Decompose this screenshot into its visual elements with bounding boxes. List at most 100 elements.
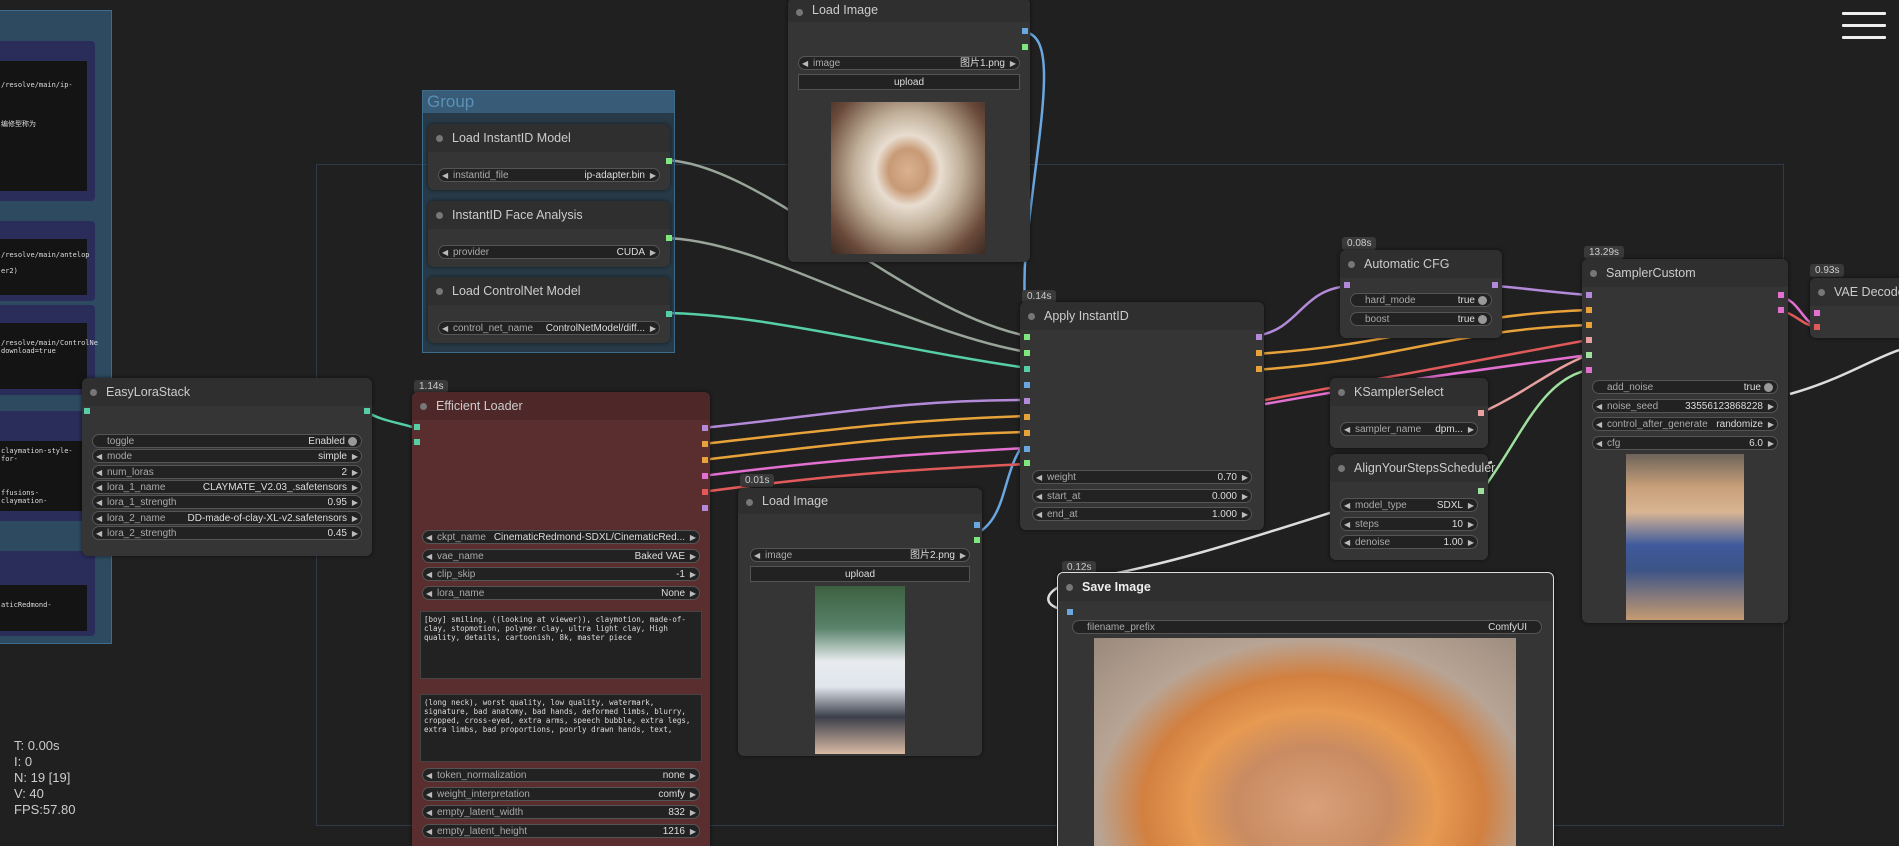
align-your-steps-node[interactable]: AlignYourStepsScheduler ◀ model_type SDXL ▶…	[1330, 454, 1495, 560]
input-slot[interactable]	[1586, 352, 1592, 358]
arrow-left-icon[interactable]: ◀	[442, 322, 448, 336]
toggle-widget[interactable]: toggle Enabled	[92, 434, 362, 448]
arrow-right-icon[interactable]: ▶	[1242, 490, 1248, 504]
end-at-widget[interactable]: ◀ end_at 1.000 ▶	[1032, 507, 1252, 521]
node-title[interactable]: Save Image	[1058, 573, 1553, 601]
arrow-right-icon[interactable]: ▶	[690, 550, 696, 564]
input-slot[interactable]	[1024, 334, 1030, 340]
load-image-2-node[interactable]: Load Image ◀ image 图片2.png ▶ upload	[738, 488, 982, 756]
arrow-right-icon[interactable]: ▶	[352, 450, 358, 464]
input-slot[interactable]	[1024, 398, 1030, 404]
steps-widget[interactable]: ◀ steps 10 ▶	[1340, 516, 1478, 532]
input-slot[interactable]	[414, 439, 420, 445]
output-slot[interactable]	[1256, 334, 1262, 340]
vae-decode-node[interactable]: VAE Decode	[1810, 278, 1899, 338]
provider-widget[interactable]: ◀ provider CUDA ▶	[438, 245, 660, 259]
arrow-right-icon[interactable]: ▶	[352, 496, 358, 510]
input-slot[interactable]	[1024, 430, 1030, 436]
denoise-widget[interactable]: ◀ denoise 1.00 ▶	[1340, 535, 1478, 549]
node-title[interactable]: Automatic CFG	[1340, 250, 1502, 278]
node-title[interactable]: Load Image	[788, 0, 1030, 22]
arrow-left-icon[interactable]: ◀	[96, 512, 102, 526]
arrow-left-icon[interactable]: ◀	[1596, 437, 1602, 451]
load-image-1-node[interactable]: Load Image ◀ image 图片1.png ▶ upload	[788, 0, 1030, 262]
arrow-left-icon[interactable]: ◀	[442, 169, 448, 183]
vae-input-slot[interactable]	[1814, 324, 1820, 330]
arrow-right-icon[interactable]: ▶	[1768, 418, 1774, 432]
clip-skip-widget[interactable]: ◀ clip_skip -1 ▶	[422, 567, 700, 581]
positive-prompt-textarea[interactable]: [boy] smiling, ((looking at viewer)), cl…	[420, 611, 702, 679]
arrow-left-icon[interactable]: ◀	[1344, 536, 1350, 550]
input-slot[interactable]	[84, 408, 90, 414]
arrow-right-icon[interactable]: ▶	[352, 512, 358, 526]
toggle-knob-icon[interactable]	[1478, 315, 1487, 324]
arrow-left-icon[interactable]: ◀	[426, 587, 432, 601]
load-instantid-model-node[interactable]: Load InstantID Model ◀ instantid_file ip…	[428, 124, 672, 190]
mask-output-slot[interactable]	[974, 537, 980, 543]
arrow-right-icon[interactable]: ▶	[1242, 471, 1248, 485]
arrow-right-icon[interactable]: ▶	[1010, 57, 1016, 71]
arrow-left-icon[interactable]: ◀	[96, 481, 102, 495]
samples-input-slot[interactable]	[1814, 310, 1820, 316]
arrow-left-icon[interactable]: ◀	[426, 769, 432, 783]
upload-button[interactable]: upload	[798, 74, 1020, 90]
mask-output-slot[interactable]	[1022, 44, 1028, 50]
node-title[interactable]: Apply InstantID	[1020, 302, 1264, 330]
arrow-left-icon[interactable]: ◀	[426, 550, 432, 564]
image-select-widget[interactable]: ◀ image 图片1.png ▶	[798, 56, 1020, 70]
node-title[interactable]: KSamplerSelect	[1330, 378, 1488, 406]
node-title[interactable]: SamplerCustom	[1582, 259, 1788, 287]
input-slot[interactable]	[1024, 446, 1030, 452]
load-controlnet-node[interactable]: Load ControlNet Model ◀ control_net_name…	[428, 277, 672, 343]
efficient-loader-node[interactable]: Efficient Loader ◀ ckpt_name CinematicRedm…	[412, 392, 710, 846]
arrow-left-icon[interactable]: ◀	[1344, 518, 1350, 532]
control-net-name-widget[interactable]: ◀ control_net_name ControlNetModel/diff.…	[438, 321, 660, 335]
add-noise-widget[interactable]: add_noise true	[1592, 380, 1778, 394]
arrow-left-icon[interactable]: ◀	[802, 57, 808, 71]
lora-1-name-widget[interactable]: ◀ lora_1_name CLAYMATE_V2.03_.safetensors ▶	[92, 479, 362, 495]
arrow-right-icon[interactable]: ▶	[690, 587, 696, 601]
arrow-right-icon[interactable]: ▶	[690, 806, 696, 820]
lora-1-strength-widget[interactable]: ◀ lora_1_strength 0.95 ▶	[92, 495, 362, 510]
lora-2-strength-widget[interactable]: ◀ lora_2_strength 0.45 ▶	[92, 525, 362, 540]
output-slot[interactable]	[364, 408, 370, 414]
lora-name-widget[interactable]: ◀ lora_name None ▶	[422, 585, 700, 601]
output-slot[interactable]	[666, 158, 672, 164]
arrow-right-icon[interactable]: ▶	[1468, 499, 1474, 513]
input-slot[interactable]	[1586, 367, 1592, 373]
instantid-file-widget[interactable]: ◀ instantid_file ip-adapter.bin ▶	[438, 168, 660, 182]
arrow-left-icon[interactable]: ◀	[426, 825, 432, 839]
weight-widget[interactable]: ◀ weight 0.70 ▶	[1032, 470, 1252, 484]
arrow-right-icon[interactable]: ▶	[690, 825, 696, 839]
output-slot[interactable]	[1256, 350, 1262, 356]
ksampler-select-node[interactable]: KSamplerSelect ◀ sampler_name dpm... ▶	[1330, 378, 1488, 448]
arrow-left-icon[interactable]: ◀	[442, 246, 448, 260]
arrow-right-icon[interactable]: ▶	[650, 169, 656, 183]
output-slot[interactable]	[702, 489, 708, 495]
arrow-left-icon[interactable]: ◀	[1036, 490, 1042, 504]
arrow-right-icon[interactable]: ▶	[1468, 536, 1474, 550]
upload-button[interactable]: upload	[750, 566, 970, 582]
hard-mode-widget[interactable]: hard_mode true	[1350, 293, 1492, 307]
arrow-right-icon[interactable]: ▶	[690, 769, 696, 783]
input-slot[interactable]	[1586, 292, 1592, 298]
input-slot[interactable]	[1586, 322, 1592, 328]
negative-prompt-textarea[interactable]: (long neck), worst quality, low quality,…	[420, 694, 702, 762]
arrow-right-icon[interactable]: ▶	[1468, 423, 1474, 437]
output-slot[interactable]	[1778, 307, 1784, 313]
automatic-cfg-node[interactable]: Automatic CFG hard_mode true boost true	[1340, 250, 1502, 338]
token-normalization-widget[interactable]: ◀ token_normalization none ▶	[422, 768, 700, 782]
node-canvas[interactable]: /resolve/main/ip- 编修型称为 /resolve/main/an…	[0, 0, 1899, 846]
arrow-left-icon[interactable]: ◀	[1596, 400, 1602, 414]
sampler-name-widget[interactable]: ◀ sampler_name dpm... ▶	[1340, 422, 1478, 436]
model-type-widget[interactable]: ◀ model_type SDXL ▶	[1340, 498, 1478, 512]
arrow-left-icon[interactable]: ◀	[1596, 418, 1602, 432]
images-input-slot[interactable]	[1067, 609, 1073, 615]
filename-prefix-widget[interactable]: filename_prefix ComfyUI	[1072, 620, 1542, 634]
empty-latent-height-widget[interactable]: ◀ empty_latent_height 1216 ▶	[422, 823, 700, 839]
arrow-left-icon[interactable]: ◀	[96, 496, 102, 510]
boost-widget[interactable]: boost true	[1350, 312, 1492, 326]
input-slot[interactable]	[1024, 382, 1030, 388]
input-slot[interactable]	[1024, 350, 1030, 356]
save-image-node[interactable]: Save Image filename_prefix ComfyUI	[1057, 572, 1554, 846]
